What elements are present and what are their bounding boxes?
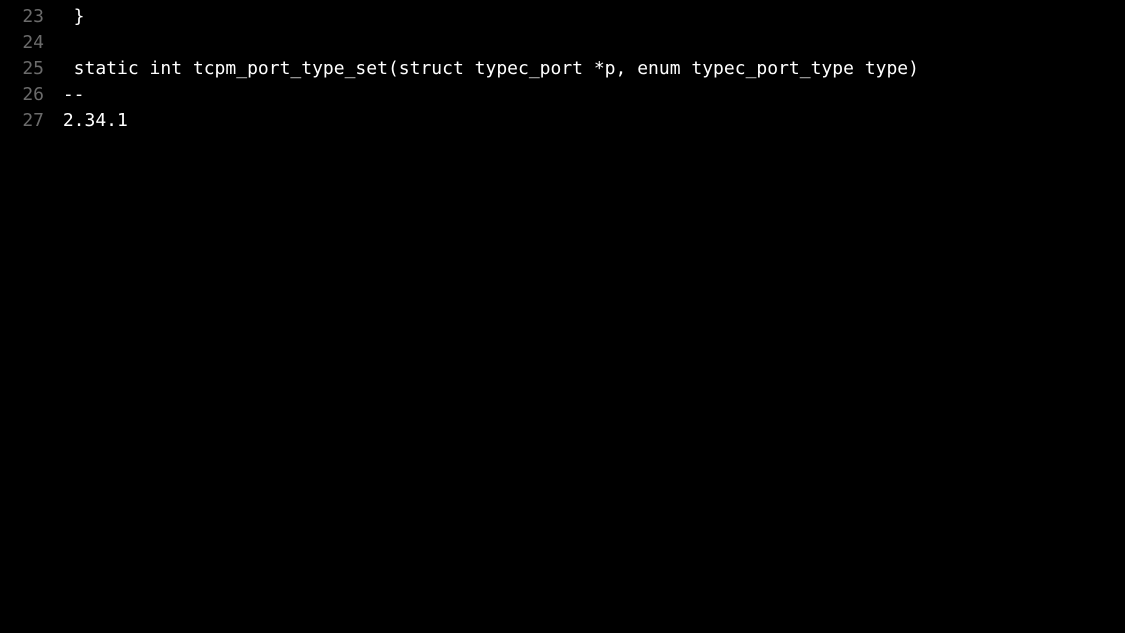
code-line: 26 -- (0, 82, 1125, 108)
line-number: 27 (0, 108, 52, 134)
code-line: 27 2.34.1 (0, 108, 1125, 134)
line-number: 24 (0, 30, 52, 56)
code-line: 25 static int tcpm_port_type_set(struct … (0, 56, 1125, 82)
line-number: 25 (0, 56, 52, 82)
line-text: -- (52, 82, 95, 108)
line-number: 23 (0, 4, 52, 30)
line-text: static int tcpm_port_type_set(struct typ… (52, 56, 919, 82)
line-number: 26 (0, 82, 52, 108)
line-text: 2.34.1 (52, 108, 128, 134)
code-line: 23 } (0, 4, 1125, 30)
code-editor: 23 }24 25 static int tcpm_port_type_set(… (0, 0, 1125, 633)
code-line: 24 (0, 30, 1125, 56)
line-text: } (52, 4, 85, 30)
line-text (52, 30, 63, 56)
